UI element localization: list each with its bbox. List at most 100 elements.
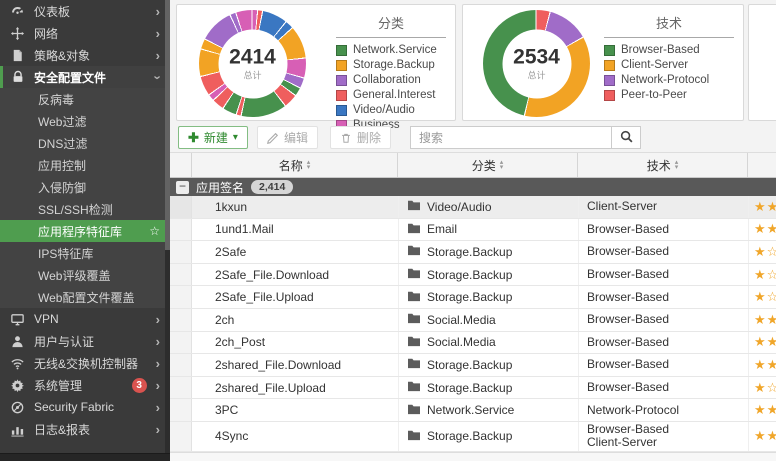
row-gutter [170, 264, 192, 286]
legend-item[interactable]: Network-Protocol [604, 74, 734, 86]
favorite-star-icon[interactable]: ☆ [149, 224, 160, 238]
table-header: 名称 ▴▾ 分类 ▴▾ 技术 ▴▾ [170, 152, 776, 178]
sidebar-item[interactable]: 仪表板› [0, 0, 170, 22]
table-row[interactable]: 1kxunVideo/AudioClient-Server★★★ [170, 196, 776, 219]
sidebar-item[interactable]: Security Fabric› [0, 396, 170, 418]
popularity-rating: ★★★ [748, 219, 776, 241]
table-row[interactable]: 2shared_File.UploadStorage.BackupBrowser… [170, 377, 776, 400]
category-label: Network.Service [427, 403, 514, 417]
sort-icon[interactable]: ▴▾ [675, 160, 679, 170]
group-header: − 应用签名 2,414 [170, 178, 776, 196]
sidebar-subitem-label: 应用程序特征库 [38, 223, 122, 240]
technology-label: Browser-Based [587, 381, 748, 394]
sidebar-subitem[interactable]: Web配置文件覆盖 [0, 286, 170, 308]
star-filled-icon: ★ [754, 428, 767, 444]
legend-item[interactable]: General.Interest [336, 89, 446, 101]
signature-name: 2Safe_File.Upload [192, 286, 398, 308]
technology-label: Browser-Based [587, 336, 748, 349]
legend-item[interactable]: Browser-Based [604, 44, 734, 56]
signature-name: 2Safe [192, 241, 398, 263]
sidebar-item-security-profiles[interactable]: 安全配置文件 › [0, 66, 170, 88]
trash-icon [340, 132, 352, 144]
table-row[interactable]: 2chSocial.MediaBrowser-Based★★★ [170, 309, 776, 332]
column-header-category[interactable]: 分类 ▴▾ [398, 153, 578, 177]
sidebar-subitem[interactable]: 应用程序特征库 ☆ [0, 220, 170, 242]
search-button[interactable] [612, 126, 641, 149]
table-row[interactable]: 1und1.MailEmailBrowser-Based★★★ [170, 219, 776, 242]
gear-icon [10, 378, 25, 393]
legend-item[interactable]: Storage.Backup [336, 59, 446, 71]
sort-icon[interactable]: ▴▾ [500, 160, 504, 170]
search-input[interactable] [410, 126, 612, 149]
sidebar-item[interactable]: 用户与认证› [0, 330, 170, 352]
table-row[interactable]: 2Safe_File.DownloadStorage.BackupBrowser… [170, 264, 776, 287]
signature-category: Storage.Backup [398, 286, 578, 308]
category-label: Email [427, 222, 457, 236]
technology-label: Browser-Based [587, 223, 748, 236]
signature-category: Email [398, 219, 578, 241]
collapse-icon[interactable]: − [176, 181, 189, 194]
category-label: Storage.Backup [427, 429, 512, 443]
legend-item[interactable]: Peer-to-Peer [604, 89, 734, 101]
sidebar-item[interactable]: 网络› [0, 22, 170, 44]
popularity-rating: ★★★ [748, 422, 776, 451]
legend-item[interactable]: Collaboration [336, 74, 446, 86]
sidebar-subitem-label: SSL/SSH检测 [38, 201, 113, 218]
policy-icon [10, 48, 25, 63]
sidebar-subitem[interactable]: 入侵防御 [0, 176, 170, 198]
signature-name: 3PC [192, 399, 398, 421]
legend-label: Collaboration [353, 74, 421, 86]
star-filled-icon: ★ [754, 199, 767, 215]
technology-donut-chart[interactable]: 2534 总计 [483, 10, 590, 117]
sidebar-subitem[interactable]: DNS过滤 [0, 132, 170, 154]
sidebar-subitem[interactable]: 反病毒 [0, 88, 170, 110]
delete-button[interactable]: 删除 [330, 126, 391, 149]
signature-category: Storage.Backup [398, 264, 578, 286]
sidebar-subitem[interactable]: IPS特征库 [0, 242, 170, 264]
sidebar-item[interactable]: 系统管理3› [0, 374, 170, 396]
category-label: Storage.Backup [427, 268, 512, 282]
sidebar-item[interactable]: 无线&交换机控制器› [0, 352, 170, 374]
sidebar-item[interactable]: VPN› [0, 308, 170, 330]
column-header-name[interactable]: 名称 ▴▾ [192, 153, 398, 177]
sidebar-item[interactable]: 策略&对象› [0, 44, 170, 66]
column-header-name-label: 名称 [279, 157, 303, 174]
sort-icon[interactable]: ▴▾ [307, 160, 311, 170]
technology-label: Browser-Based [587, 291, 748, 304]
caret-down-icon: ▾ [233, 132, 238, 143]
folder-icon [407, 312, 427, 327]
sidebar-subitem[interactable]: SSL/SSH检测 [0, 198, 170, 220]
sidebar-subitem-label: IPS特征库 [38, 245, 93, 262]
table-row[interactable]: 4SyncStorage.BackupBrowser-BasedClient-S… [170, 422, 776, 452]
table-row[interactable]: 2shared_File.DownloadStorage.BackupBrows… [170, 354, 776, 377]
technology-label: Browser-Based [587, 245, 748, 258]
signature-name: 2ch [192, 309, 398, 331]
chevron-right-icon: › [156, 422, 160, 437]
table-row[interactable]: 3PCNetwork.ServiceNetwork-Protocol★★☆ [170, 399, 776, 422]
popularity-rating: ★☆☆ [748, 286, 776, 308]
sidebar-subitem[interactable]: 应用控制 [0, 154, 170, 176]
table-row[interactable]: 2SafeStorage.BackupBrowser-Based★☆☆ [170, 241, 776, 264]
popularity-rating: ★★★ [748, 309, 776, 331]
legend-item[interactable]: Network.Service [336, 44, 446, 56]
star-filled-icon: ★ [754, 312, 767, 328]
category-donut-chart[interactable]: 2414 总计 [199, 10, 306, 117]
table-row[interactable]: 2ch_PostSocial.MediaBrowser-Based★★☆ [170, 332, 776, 355]
delete-button-label: 删除 [357, 129, 381, 146]
edit-button[interactable]: 编辑 [257, 126, 318, 149]
table-row[interactable]: 2Safe_File.UploadStorage.Backup Browser-B… [170, 286, 776, 309]
folder-icon [407, 357, 427, 372]
row-gutter [170, 241, 192, 263]
legend-item[interactable]: Client-Server [604, 59, 734, 71]
sidebar-item-label: 用户与认证 [34, 333, 152, 350]
new-button[interactable]: ✚ 新建 ▾ [178, 126, 248, 149]
category-total: 2414 [229, 46, 276, 70]
sidebar-item[interactable]: 日志&报表› [0, 418, 170, 440]
legend-item[interactable]: Video/Audio [336, 104, 446, 116]
sidebar-item-label: Security Fabric [34, 400, 152, 414]
star-filled-icon: ★ [767, 199, 776, 215]
signature-technology: Browser-Based [578, 332, 748, 354]
column-header-technology[interactable]: 技术 ▴▾ [578, 153, 748, 177]
sidebar-subitem[interactable]: Web评级覆盖 [0, 264, 170, 286]
sidebar-subitem[interactable]: Web过滤 [0, 110, 170, 132]
